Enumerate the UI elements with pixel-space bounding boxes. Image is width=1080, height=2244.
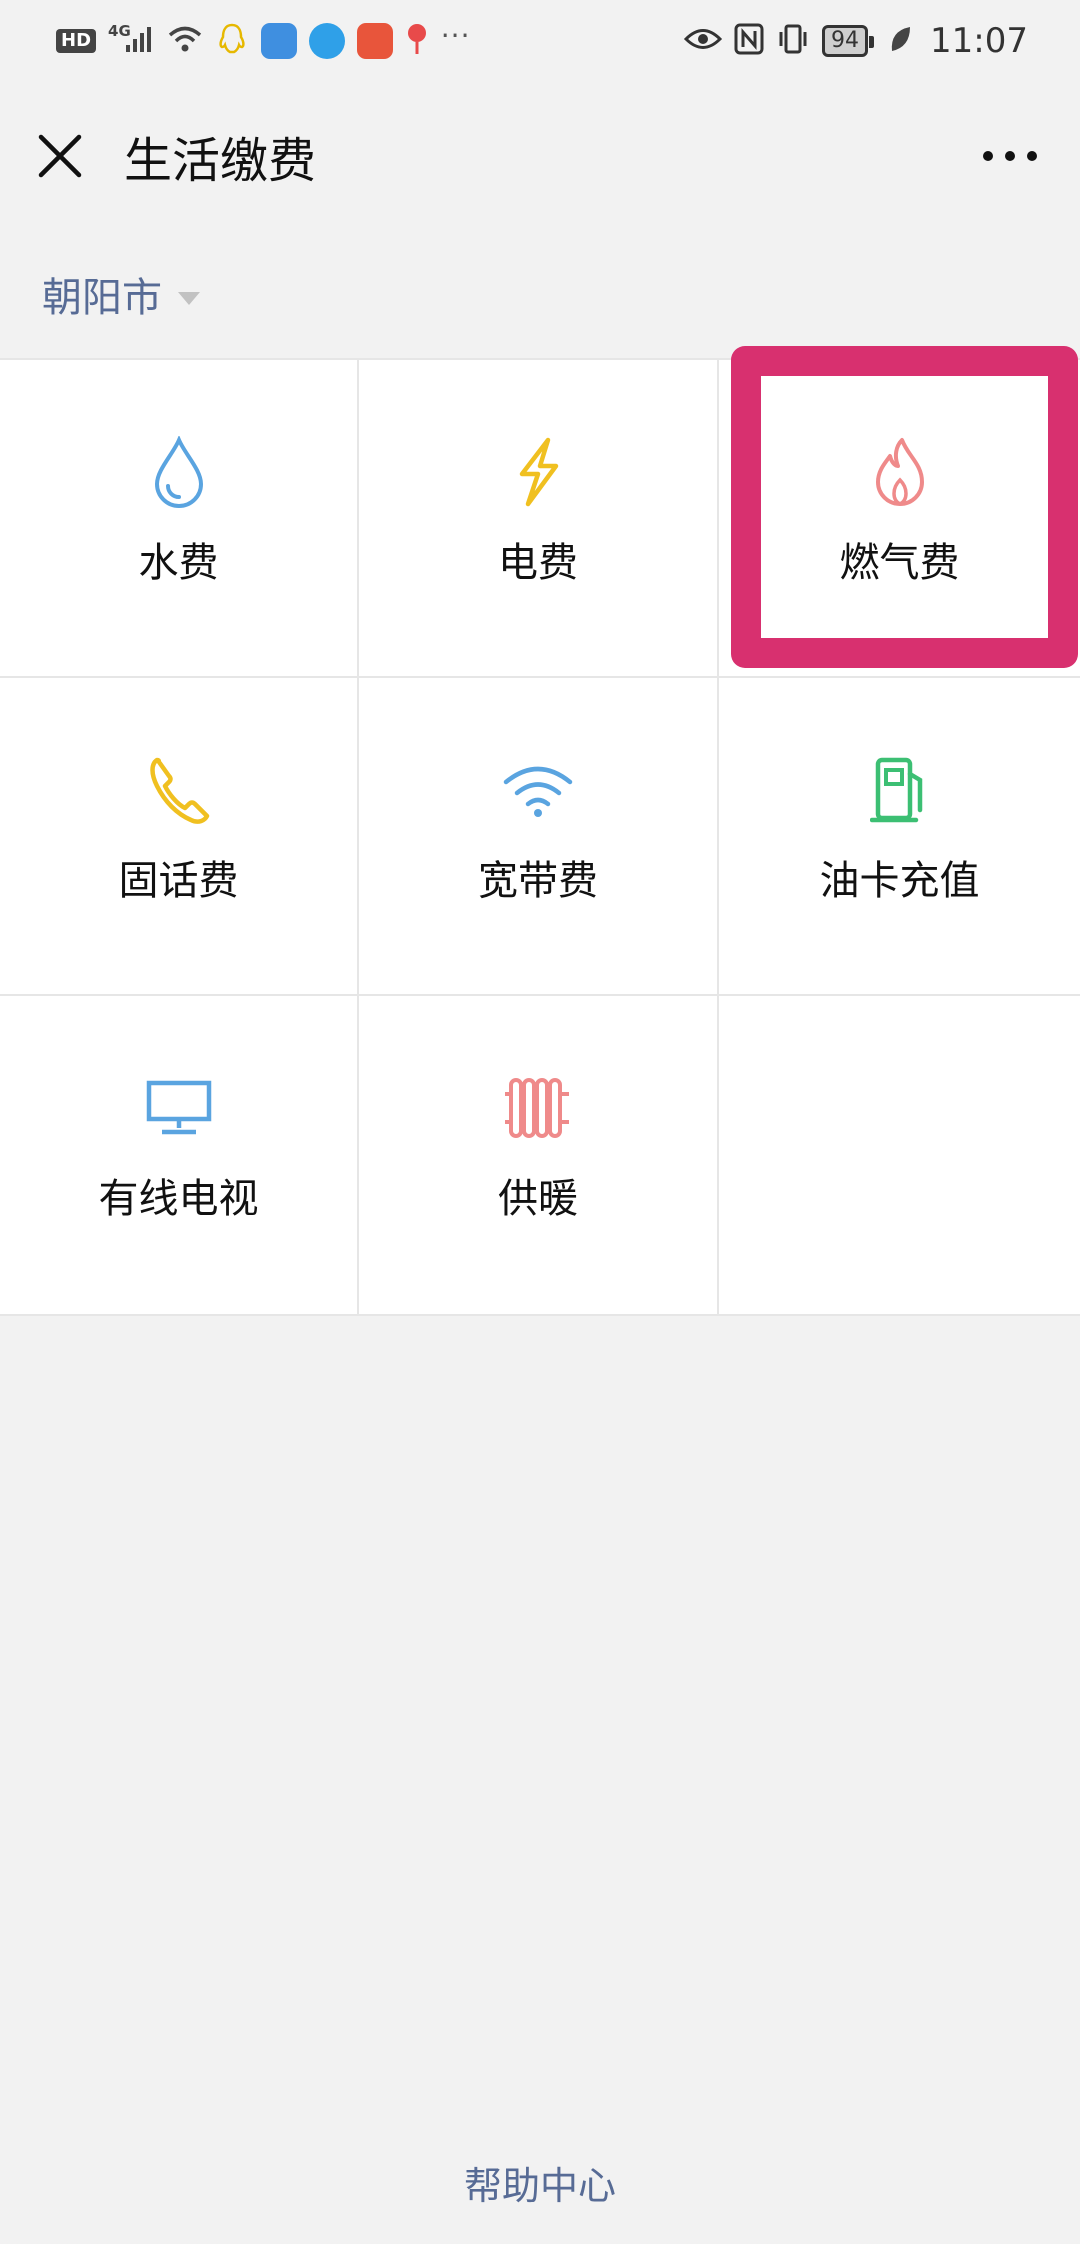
eye-comfort-icon (683, 26, 723, 56)
browser-notification-icon (308, 23, 345, 59)
service-label: 有线电视 (98, 1176, 259, 1222)
page-title: 生活缴费 (124, 133, 317, 189)
network-type-label: 4G (108, 22, 131, 40)
service-label: 油卡充值 (819, 858, 980, 904)
service-water[interactable]: 水费 (0, 360, 359, 678)
gas-pump-icon (864, 754, 936, 826)
service-heating[interactable]: 供暖 (359, 996, 719, 1314)
leaf-icon (888, 25, 912, 57)
radiator-icon (502, 1072, 574, 1144)
more-horizontal-icon (983, 151, 1037, 161)
service-fuel-card[interactable]: 油卡充值 (719, 678, 1080, 996)
service-landline[interactable]: 固话费 (0, 678, 359, 996)
service-cable-tv[interactable]: 有线电视 (0, 996, 359, 1314)
status-bar: HD 4G ··· 94 11:07 (0, 0, 1080, 82)
service-label: 宽带费 (478, 858, 598, 904)
service-gas[interactable]: 燃气费 (719, 346, 1080, 678)
more-options-button[interactable] (980, 136, 1040, 176)
service-electricity[interactable]: 电费 (359, 360, 719, 678)
service-label: 燃气费 (839, 540, 960, 586)
lightning-icon (502, 436, 574, 508)
city-name: 朝阳市 (42, 275, 162, 321)
location-pin-icon (405, 22, 429, 60)
close-icon (38, 134, 82, 178)
wifi-icon (502, 754, 574, 826)
flame-icon (864, 436, 936, 508)
vibrate-icon (776, 23, 810, 59)
tv-icon (143, 1072, 215, 1144)
title-bar: 生活缴费 (0, 82, 1080, 230)
help-center-link[interactable]: 帮助中心 (0, 2155, 1080, 2210)
city-selector[interactable]: 朝阳市 (0, 230, 1080, 358)
hd-voice-icon: HD (56, 29, 97, 53)
service-grid: 水费 电费 燃气费 固话费 宽带费 油卡充值 有线电视 供暖 (0, 346, 1080, 1316)
service-broadband[interactable]: 宽带费 (359, 678, 719, 996)
battery-icon: 94 (822, 25, 875, 57)
nfc-icon (734, 23, 764, 59)
clock: 11:07 (930, 21, 1028, 61)
service-label: 水费 (138, 540, 219, 586)
phone-icon (143, 754, 215, 826)
qq-notification-icon (215, 22, 249, 60)
empty-cell (719, 996, 1080, 1314)
wifi-status-icon (167, 24, 203, 58)
shopping-app-icon (356, 23, 393, 59)
service-label: 电费 (498, 540, 578, 586)
more-notifications-icon: ··· (440, 18, 471, 52)
app-notification-icon (260, 23, 297, 59)
caret-down-icon (178, 291, 200, 305)
water-drop-icon (143, 436, 215, 508)
service-label: 供暖 (498, 1176, 578, 1222)
close-button[interactable] (34, 130, 86, 182)
service-label: 固话费 (118, 858, 239, 904)
